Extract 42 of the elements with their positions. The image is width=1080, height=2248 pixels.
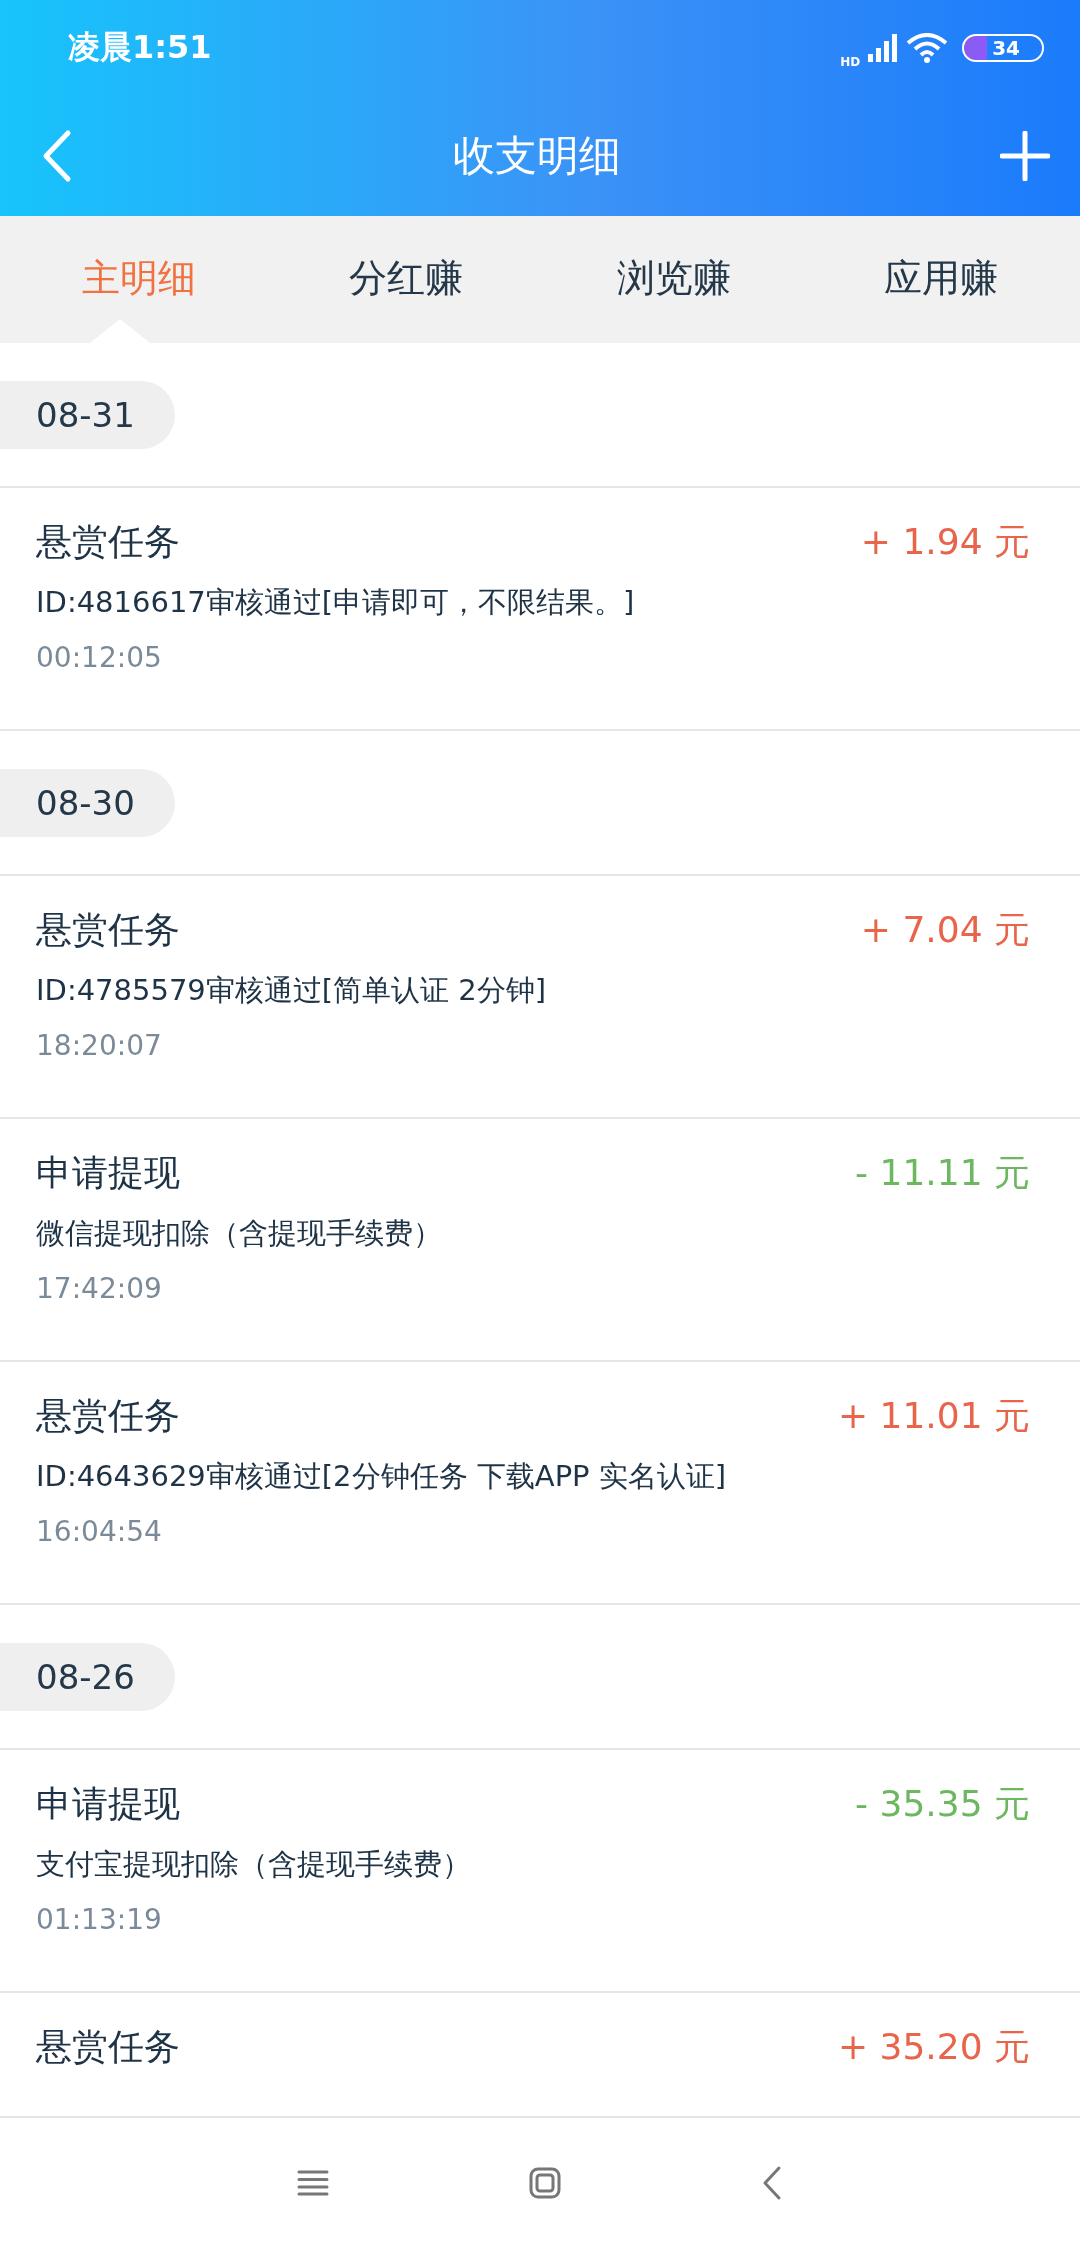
transaction-title: 悬赏任务 (36, 1394, 180, 1438)
status-time: 凌晨1:51 (68, 27, 212, 68)
page-title: 收支明细 (453, 130, 621, 182)
transaction-amount: + 35.20 元 (837, 2025, 1030, 2069)
transaction-amount: + 1.94 元 (860, 520, 1030, 564)
date-label: 08-30 (0, 768, 175, 837)
home-icon[interactable] (529, 2167, 561, 2199)
menu-icon[interactable] (297, 2169, 329, 2197)
tab[interactable]: 应用赚 (807, 216, 1075, 319)
signal-icon (868, 34, 899, 62)
transaction-item[interactable]: 悬赏任务 + 11.01 元 ID:4643629审核通过[2分钟任务 下载APP 实名认证] 16:04:54 (0, 1362, 1080, 1605)
battery-indicator: 34 (962, 34, 1044, 62)
transaction-amount: + 11.01 元 (837, 1394, 1030, 1438)
transaction-title: 申请提现 (36, 1151, 180, 1195)
transaction-description: ID:4643629审核通过[2分钟任务 下载APP 实名认证] (36, 1458, 727, 1495)
transaction-description: 微信提现扣除（含提现手续费） (36, 1215, 442, 1252)
wifi-icon (906, 33, 949, 63)
date-label: 08-31 (0, 380, 175, 449)
transaction-item[interactable]: 申请提现 - 35.35 元 支付宝提现扣除（含提现手续费） 01:13:19 (0, 1750, 1080, 1993)
back-icon[interactable] (761, 2165, 783, 2201)
transaction-title: 申请提现 (36, 1782, 180, 1826)
transaction-time: 18:20:07 (36, 1029, 162, 1062)
transaction-item[interactable]: 申请提现 - 11.11 元 微信提现扣除（含提现手续费） 17:42:09 (0, 1119, 1080, 1362)
transaction-time: 01:13:19 (36, 1903, 162, 1936)
transaction-item[interactable]: 悬赏任务 + 1.94 元 ID:4816617审核通过[申请即可，不限结果。] 00:12:05 (0, 488, 1080, 731)
tab[interactable]: 浏览赚 (540, 216, 808, 319)
network-type: HD (840, 55, 861, 69)
tab[interactable]: 分红赚 (272, 216, 540, 319)
transaction-amount: - 11.11 元 (855, 1151, 1030, 1195)
transaction-description: ID:4785579审核通过[简单认证 2分钟] (36, 972, 547, 1009)
transaction-title: 悬赏任务 (36, 520, 180, 564)
transaction-amount: - 35.35 元 (855, 1782, 1030, 1826)
transaction-description: 支付宝提现扣除（含提现手续费） (36, 1846, 471, 1883)
transaction-time: 16:04:54 (36, 1515, 162, 1548)
date-label: 08-26 (0, 1642, 175, 1711)
transaction-description: ID:4816617审核通过[申请即可，不限结果。] (36, 584, 635, 621)
transaction-title: 悬赏任务 (36, 908, 180, 952)
transaction-time: 17:42:09 (36, 1272, 162, 1305)
transaction-item[interactable]: 悬赏任务 + 7.04 元 ID:4785579审核通过[简单认证 2分钟] 18:20:07 (0, 876, 1080, 1119)
transaction-amount: + 7.04 元 (860, 908, 1030, 952)
transaction-title: 悬赏任务 (36, 2025, 180, 2069)
transaction-time: 00:12:05 (36, 641, 162, 674)
